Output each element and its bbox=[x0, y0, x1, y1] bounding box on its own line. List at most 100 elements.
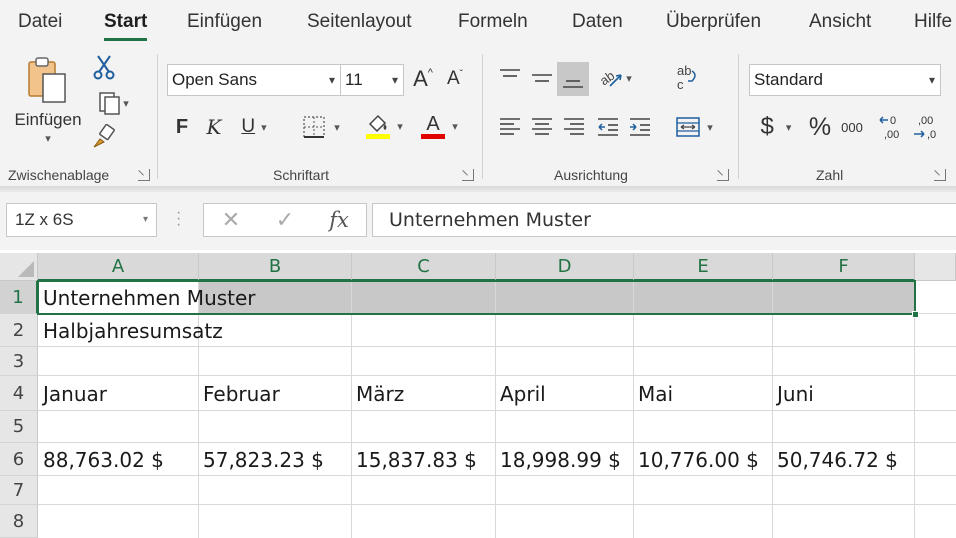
align-left-button[interactable] bbox=[494, 110, 526, 144]
cell-a4[interactable]: Januar bbox=[38, 376, 107, 411]
borders-button[interactable]: ▾ bbox=[295, 110, 347, 144]
column-header-c[interactable]: C bbox=[352, 253, 496, 281]
cut-button[interactable] bbox=[90, 52, 118, 82]
check-icon: ✓ bbox=[275, 207, 295, 232]
tab-start[interactable]: Start bbox=[104, 11, 147, 33]
name-box-value: 1Z x 6S bbox=[15, 210, 74, 229]
chevron-down-icon: ▾ bbox=[785, 121, 792, 134]
align-bottom-button[interactable] bbox=[557, 62, 589, 96]
increase-decimal-icon: 0,00 bbox=[878, 112, 906, 142]
format-painter-button[interactable] bbox=[88, 122, 118, 152]
selection-border bbox=[37, 280, 916, 315]
cell-b6[interactable]: 57,823.23 $ bbox=[198, 443, 324, 476]
increase-indent-button[interactable] bbox=[624, 110, 656, 144]
column-header-a[interactable]: A bbox=[38, 253, 199, 281]
row-header-2[interactable]: 2 bbox=[0, 314, 38, 347]
font-group-label: Schriftart bbox=[273, 167, 330, 183]
fill-color-button[interactable]: ▾ bbox=[360, 108, 408, 144]
cell-d4[interactable]: April bbox=[495, 376, 546, 411]
wrap-text-button[interactable]: ab c bbox=[670, 60, 704, 96]
chevron-down-icon: ▾ bbox=[928, 73, 935, 87]
fill-handle[interactable] bbox=[912, 311, 919, 318]
alignment-launcher-icon[interactable] bbox=[717, 169, 729, 181]
tab-seitenlayout[interactable]: Seitenlayout bbox=[307, 11, 412, 33]
column-header-d[interactable]: D bbox=[496, 253, 634, 281]
row-header-1[interactable]: 1 bbox=[0, 281, 38, 314]
row-header-6[interactable]: 6 bbox=[0, 443, 38, 476]
tab-ueberpruefen[interactable]: Überprüfen bbox=[666, 11, 761, 33]
row-header-8[interactable]: 8 bbox=[0, 505, 38, 538]
chevron-down-icon: ▾ bbox=[391, 73, 398, 87]
currency-format-button[interactable]: $ ▾ bbox=[752, 110, 800, 144]
tab-datei[interactable]: Datei bbox=[18, 11, 62, 33]
cell-d6[interactable]: 18,998.99 $ bbox=[495, 443, 621, 476]
row-header-7[interactable]: 7 bbox=[0, 476, 38, 505]
cell-f4[interactable]: Juni bbox=[772, 376, 814, 411]
cell-b4[interactable]: Februar bbox=[198, 376, 280, 411]
select-all-button[interactable] bbox=[0, 253, 38, 281]
grow-font-button[interactable]: A ^ bbox=[409, 64, 437, 94]
bold-button[interactable]: F bbox=[168, 110, 196, 144]
merge-cells-icon bbox=[675, 115, 701, 139]
cell-c4[interactable]: März bbox=[351, 376, 404, 411]
paste-dropdown-icon[interactable]: ▾ bbox=[45, 132, 51, 145]
confirm-entry-button[interactable]: ✓ bbox=[268, 204, 302, 236]
align-right-button[interactable] bbox=[558, 110, 590, 144]
font-launcher-icon[interactable] bbox=[462, 169, 474, 181]
cell-e4[interactable]: Mai bbox=[633, 376, 673, 411]
percent-style-button[interactable]: % bbox=[806, 110, 834, 144]
percent-icon: % bbox=[808, 112, 832, 141]
chevron-down-icon: ▾ bbox=[626, 72, 632, 85]
font-size-select[interactable]: 11 ▾ bbox=[340, 64, 404, 96]
row-header-3[interactable]: 3 bbox=[0, 347, 38, 376]
name-box[interactable]: 1Z x 6S ▾ bbox=[6, 203, 157, 237]
orientation-button[interactable]: ab ▾ bbox=[592, 62, 638, 94]
svg-text:ab: ab bbox=[598, 68, 617, 89]
number-launcher-icon[interactable] bbox=[934, 169, 946, 181]
tab-einfuegen[interactable]: Einfügen bbox=[187, 11, 262, 33]
column-header-e[interactable]: E bbox=[634, 253, 773, 281]
comma-style-button[interactable]: 000 bbox=[838, 110, 866, 144]
font-color-icon: A bbox=[420, 112, 446, 140]
insert-function-button[interactable]: fx bbox=[322, 204, 356, 236]
tab-formeln[interactable]: Formeln bbox=[458, 11, 528, 33]
column-header-b[interactable]: B bbox=[199, 253, 352, 281]
row-header-5[interactable]: 5 bbox=[0, 411, 38, 443]
shrink-font-button[interactable]: Aˇ bbox=[441, 64, 469, 94]
copy-dropdown-icon[interactable]: ▾ bbox=[123, 97, 129, 110]
cell-a2[interactable]: Halbjahresumsatz bbox=[38, 314, 223, 347]
font-color-button[interactable]: A ▾ bbox=[414, 108, 464, 144]
align-top-button[interactable] bbox=[494, 62, 526, 94]
alignment-group-label: Ausrichtung bbox=[554, 167, 628, 183]
merge-center-button[interactable]: ▾ bbox=[668, 110, 720, 144]
tab-daten[interactable]: Daten bbox=[572, 11, 623, 33]
decrease-decimal-button[interactable]: ,00,0 bbox=[910, 108, 942, 146]
paste-button[interactable]: Einfügen ▾ bbox=[10, 52, 86, 148]
tab-ansicht[interactable]: Ansicht bbox=[809, 11, 871, 33]
formula-input[interactable]: Unternehmen Muster bbox=[372, 203, 956, 237]
underline-icon: U bbox=[241, 116, 256, 137]
increase-decimal-button[interactable]: 0,00 bbox=[876, 108, 908, 146]
decrease-indent-button[interactable] bbox=[592, 110, 624, 144]
align-center-button[interactable] bbox=[526, 110, 558, 144]
cell-f6[interactable]: 50,746.72 $ bbox=[772, 443, 898, 476]
cell-c6[interactable]: 15,837.83 $ bbox=[351, 443, 477, 476]
cell-a6[interactable]: 88,763.02 $ bbox=[38, 443, 164, 476]
column-header-f[interactable]: F bbox=[773, 253, 915, 281]
copy-button[interactable]: ▾ bbox=[88, 88, 138, 118]
tab-hilfe[interactable]: Hilfe bbox=[914, 11, 952, 33]
font-family-select[interactable]: Open Sans ▾ bbox=[167, 64, 341, 96]
underline-button[interactable]: U ▾ bbox=[232, 110, 276, 144]
cell-e6[interactable]: 10,776.00 $ bbox=[633, 443, 759, 476]
cancel-entry-button[interactable]: ✕ bbox=[214, 204, 248, 236]
separator bbox=[157, 54, 158, 179]
italic-button[interactable]: K bbox=[200, 110, 228, 144]
number-format-select[interactable]: Standard ▾ bbox=[749, 64, 941, 96]
decrease-indent-icon bbox=[596, 116, 620, 138]
clipboard-launcher-icon[interactable] bbox=[138, 169, 150, 181]
column-header-next[interactable] bbox=[915, 253, 956, 281]
align-right-icon bbox=[562, 116, 586, 138]
align-middle-button[interactable] bbox=[526, 62, 558, 94]
row-header-4[interactable]: 4 bbox=[0, 376, 38, 411]
formula-bar-grip-icon[interactable]: · · · bbox=[176, 205, 181, 233]
